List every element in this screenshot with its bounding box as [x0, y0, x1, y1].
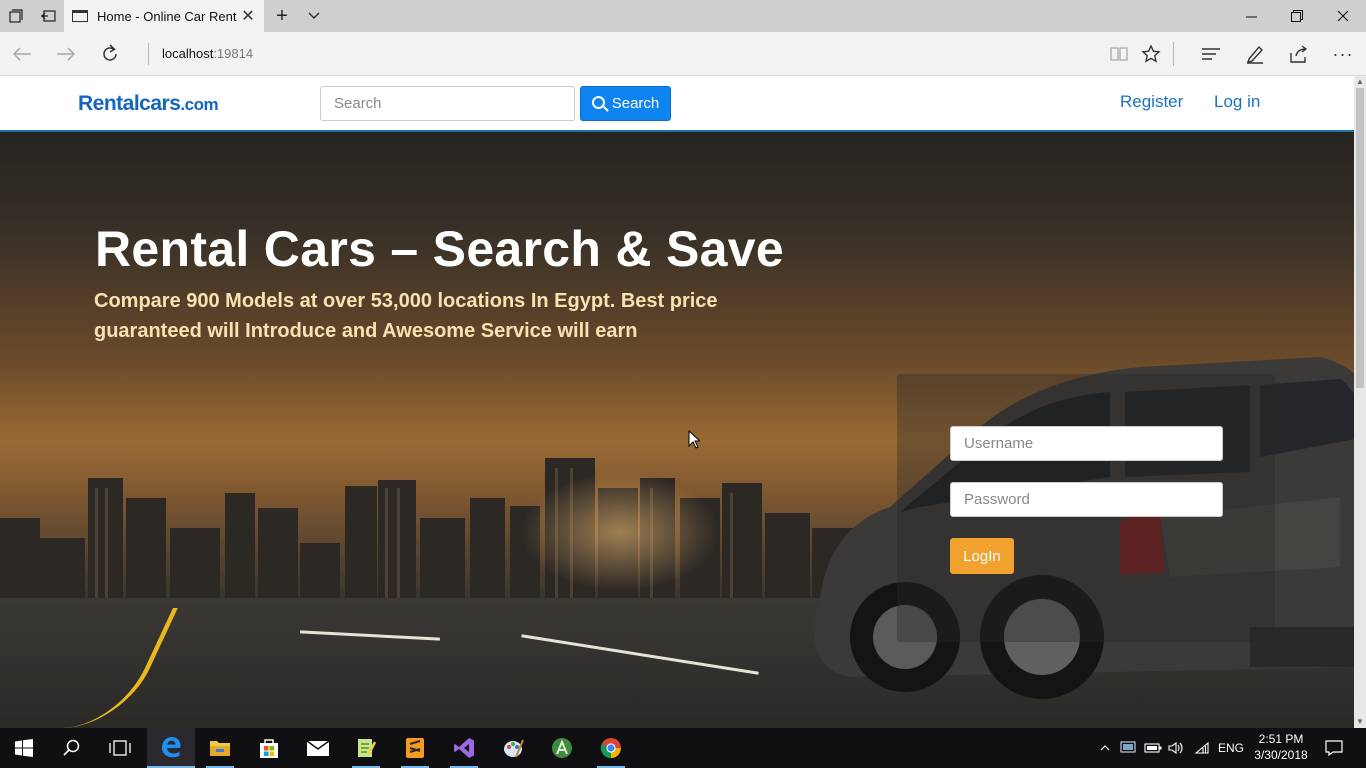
hero-subtitle: Compare 900 Models at over 53,000 locati…	[94, 290, 718, 342]
search-icon	[591, 96, 605, 109]
search-input[interactable]	[320, 86, 575, 121]
battery-icon[interactable]	[1142, 728, 1164, 768]
android-studio-icon[interactable]	[538, 728, 586, 768]
scroll-up-icon[interactable]: ▲	[1354, 76, 1366, 88]
share-icon[interactable]	[1277, 32, 1321, 76]
scroll-down-icon[interactable]: ▼	[1354, 716, 1366, 728]
password-field[interactable]	[950, 482, 1223, 517]
road-marking	[300, 630, 440, 641]
tab-manager-icon[interactable]	[0, 0, 32, 32]
close-window-icon[interactable]	[1320, 0, 1366, 32]
set-aside-tabs-icon[interactable]	[32, 0, 64, 32]
page-icon	[72, 10, 88, 22]
road-curb-line	[32, 608, 178, 728]
store-icon[interactable]	[245, 728, 293, 768]
hero-banner: Rental Cars – Search & Save Compare 900 …	[0, 132, 1354, 728]
language-indicator[interactable]: ENG	[1214, 728, 1248, 768]
notepad-plus-icon[interactable]	[342, 728, 390, 768]
more-options-icon[interactable]: ···	[1321, 32, 1365, 76]
city-skyline-image	[0, 458, 862, 608]
tab-preview-chevron-icon[interactable]	[298, 0, 330, 32]
volume-icon[interactable]	[1166, 728, 1186, 768]
new-tab-icon[interactable]: +	[266, 0, 298, 32]
refresh-icon[interactable]	[88, 32, 132, 76]
restore-icon[interactable]	[1274, 0, 1320, 32]
monitor-tray-icon[interactable]	[1118, 728, 1138, 768]
minimize-icon[interactable]	[1228, 0, 1274, 32]
register-link[interactable]: Register	[1120, 92, 1183, 112]
web-page: Rentalcars.com Search Register Log in	[0, 76, 1354, 728]
address-bar[interactable]: localhost:19814	[162, 32, 253, 76]
login-link[interactable]: Log in	[1214, 92, 1260, 112]
tab-title: Home - Online Car Rent	[97, 8, 237, 24]
login-button[interactable]: LogIn	[950, 538, 1014, 574]
logo-main-text: Rentalcars	[78, 92, 181, 115]
browser-nav-bar: localhost:19814 ···	[0, 32, 1366, 76]
taskbar-clock[interactable]: 2:51 PM 3/30/2018	[1252, 731, 1310, 763]
mouse-cursor-icon	[688, 430, 700, 449]
search-button[interactable]: Search	[580, 86, 671, 121]
username-field[interactable]	[950, 426, 1223, 461]
clock-time: 2:51 PM	[1258, 732, 1304, 746]
sublime-text-icon[interactable]	[391, 728, 439, 768]
browser-tab-bar: Home - Online Car Rent ✕ +	[0, 0, 1366, 32]
edge-browser-icon[interactable]	[147, 728, 195, 768]
start-windows-icon[interactable]	[0, 728, 48, 768]
logo-suffix-text: .com	[180, 95, 219, 114]
web-note-pen-icon[interactable]	[1233, 32, 1277, 76]
wifi-icon[interactable]	[1192, 728, 1212, 768]
clock-date: 3/30/2018	[1254, 748, 1308, 762]
back-icon[interactable]	[0, 32, 44, 76]
login-form-panel: LogIn	[897, 374, 1275, 642]
windows-taskbar: ENG 2:51 PM 3/30/2018	[0, 728, 1366, 768]
chrome-icon[interactable]	[587, 728, 635, 768]
hero-title: Rental Cars – Search & Save	[95, 221, 785, 277]
task-view-icon[interactable]	[96, 728, 144, 768]
page-scrollbar[interactable]: ▲ ▼	[1354, 76, 1366, 728]
file-explorer-icon[interactable]	[196, 728, 244, 768]
forward-icon[interactable]	[44, 32, 88, 76]
paint-app-icon[interactable]	[489, 728, 537, 768]
scrollbar-thumb[interactable]	[1356, 88, 1364, 388]
sun-glow	[520, 472, 720, 592]
search-button-label: Search	[611, 95, 660, 112]
hub-icon[interactable]	[1189, 32, 1233, 76]
address-host: localhost	[162, 46, 214, 61]
close-tab-icon[interactable]: ✕	[240, 6, 256, 26]
site-header: Rentalcars.com Search Register Log in	[0, 76, 1354, 132]
favorite-star-icon[interactable]	[1129, 32, 1173, 76]
visual-studio-icon[interactable]	[440, 728, 488, 768]
browser-tab-active[interactable]: Home - Online Car Rent ✕	[64, 0, 264, 32]
site-logo[interactable]: Rentalcars.com	[78, 92, 219, 116]
mail-icon[interactable]	[294, 728, 342, 768]
address-port: :19814	[213, 46, 254, 61]
show-hidden-icons-chevron-icon[interactable]	[1096, 728, 1114, 768]
search-taskbar-icon[interactable]	[48, 728, 96, 768]
address-separator	[148, 43, 149, 65]
action-center-icon[interactable]	[1318, 728, 1350, 768]
road-marking	[521, 634, 759, 675]
toolbar-separator	[1173, 42, 1174, 66]
